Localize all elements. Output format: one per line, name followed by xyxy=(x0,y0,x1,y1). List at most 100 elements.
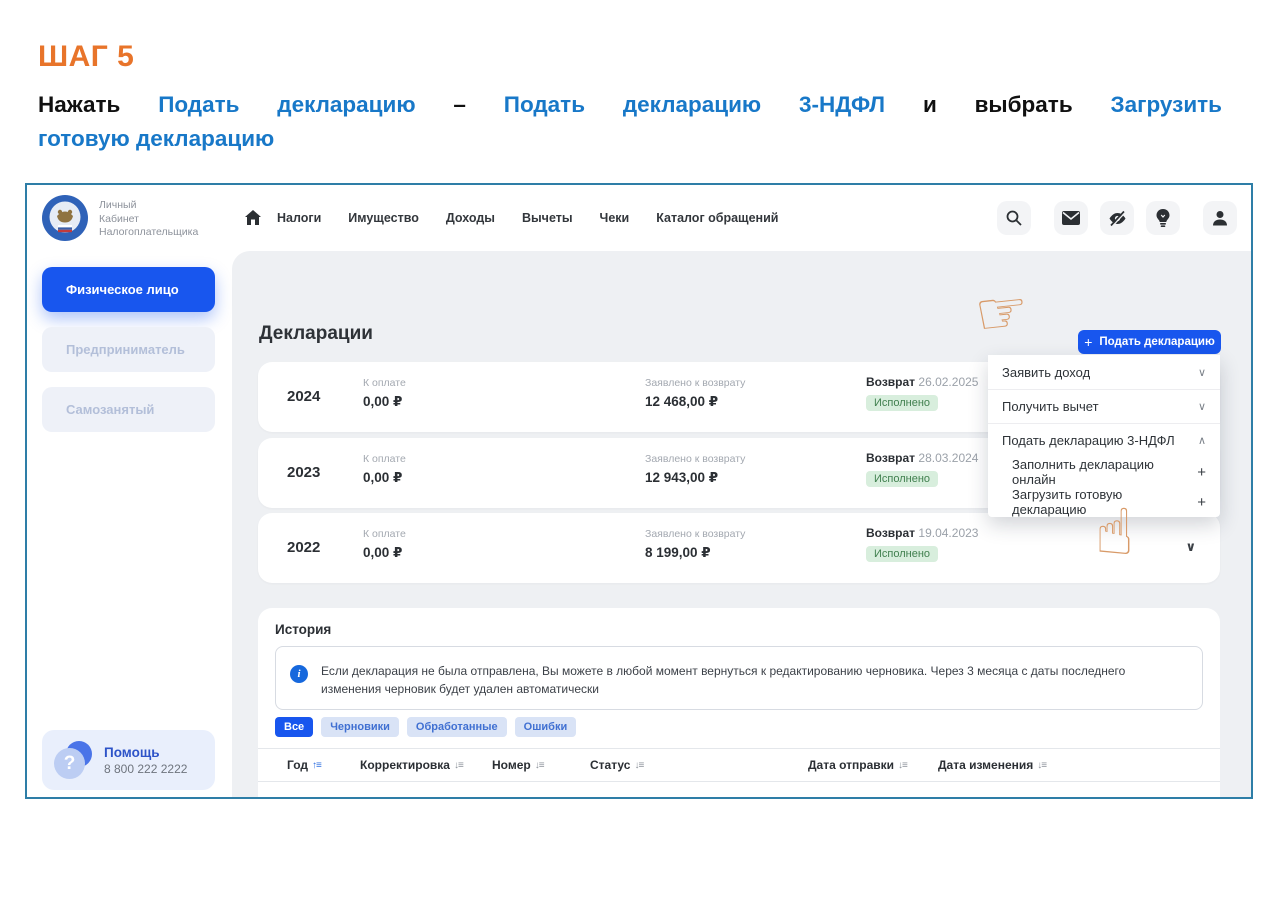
chevron-up-icon: ∧ xyxy=(1198,434,1206,447)
nav-item[interactable]: Налоги xyxy=(277,211,321,225)
submit-declaration-label: Подать декларацию xyxy=(1099,336,1214,348)
tips-button[interactable] xyxy=(1146,201,1180,235)
help-phone: 8 800 222 2222 xyxy=(104,762,187,776)
instruction-segment: готовую декларацию xyxy=(38,126,274,151)
profile-button[interactable] xyxy=(1203,201,1237,235)
declaration-refund: Заявлено к возврату 12 468,00 ₽ xyxy=(645,377,745,410)
history-section: История i Если декларация не была отправ… xyxy=(258,608,1220,799)
refund-value: 12 943,00 ₽ xyxy=(645,470,745,486)
return-date: 19.04.2023 xyxy=(918,526,978,540)
mail-icon xyxy=(1062,211,1080,225)
pay-value: 0,00 ₽ xyxy=(363,470,406,486)
step-title: ШАГ 5 xyxy=(38,40,134,74)
status-badge: Исполнено xyxy=(866,546,938,562)
table-column-header[interactable]: Статус ↓≡ xyxy=(590,758,808,772)
help-title: Помощь xyxy=(104,745,187,760)
submit-declaration-menu: Заявить доход ∨ Получить вычет ∨ Подать … xyxy=(988,355,1220,517)
table-column-header[interactable]: Год ↑≡ xyxy=(287,758,360,772)
chevron-down-icon[interactable]: ∨ xyxy=(1185,539,1196,555)
menu-item[interactable]: Получить вычет ∨ xyxy=(988,389,1220,423)
pay-value: 0,00 ₽ xyxy=(363,545,406,561)
app-title-line: Налогоплательщика xyxy=(99,226,198,240)
sidebar-profile-button[interactable]: Предприниматель xyxy=(42,327,215,372)
history-filters: Все Черновики Обработанные Ошибки xyxy=(275,717,576,737)
declaration-row[interactable]: 2022 К оплате 0,00 ₽ Заявлено к возврату… xyxy=(258,513,1220,583)
pointer-hand-right-icon: ☞ xyxy=(972,280,1032,345)
pointer-hand-up-icon: ☝ xyxy=(1095,501,1134,565)
app-header: Личный Кабинет Налогоплательщика Налоги … xyxy=(27,185,1251,251)
help-card[interactable]: ? Помощь 8 800 222 2222 xyxy=(42,730,215,790)
instruction-segment: Подать декларацию 3-НДФЛ xyxy=(504,92,885,117)
help-text: Помощь 8 800 222 2222 xyxy=(104,745,187,776)
app-title-line: Кабинет xyxy=(99,213,198,227)
return-label: Возврат xyxy=(866,375,915,389)
sort-icon: ↓≡ xyxy=(454,760,463,771)
submit-declaration-button[interactable]: + Подать декларацию xyxy=(1078,330,1221,354)
nav-item[interactable]: Доходы xyxy=(446,211,495,225)
nav-item[interactable]: Каталог обращений xyxy=(656,211,778,225)
hide-interface-button[interactable] xyxy=(1100,201,1134,235)
sidebar-profile-button[interactable]: Самозанятый xyxy=(42,387,215,432)
instruction-line-1: Нажать Подать декларацию – Подать деклар… xyxy=(38,88,1222,122)
table-column-header[interactable]: Дата изменения ↓≡ xyxy=(938,758,1220,772)
filter-chip[interactable]: Черновики xyxy=(321,717,399,737)
filter-chip[interactable]: Ошибки xyxy=(515,717,577,737)
filter-chip[interactable]: Все xyxy=(275,717,313,737)
filter-chip[interactable]: Обработанные xyxy=(407,717,507,737)
menu-item-label: Заявить доход xyxy=(1002,365,1090,380)
return-date: 26.02.2025 xyxy=(918,375,978,389)
menu-item[interactable]: Заявить доход ∨ xyxy=(988,355,1220,389)
instruction-segment: и выбрать xyxy=(923,92,1111,117)
sort-icon: ↓≡ xyxy=(634,760,643,771)
table-column-header[interactable]: Дата отправки ↓≡ xyxy=(808,758,938,772)
table-column-header[interactable]: Корректировка ↓≡ xyxy=(360,758,492,772)
declaration-pay: К оплате 0,00 ₽ xyxy=(363,453,406,486)
history-table-header: Год ↑≡ Корректировка ↓≡ Номер ↓≡ Ст xyxy=(258,748,1220,782)
column-label: Номер xyxy=(492,758,531,772)
declaration-pay: К оплате 0,00 ₽ xyxy=(363,528,406,561)
sidebar-profile-button[interactable]: Физическое лицо xyxy=(42,267,215,312)
declaration-return: Возврат 28.03.2024 Исполнено xyxy=(866,451,978,487)
home-icon[interactable] xyxy=(243,208,263,228)
instruction-segment: Загрузить xyxy=(1111,92,1223,117)
nav-item[interactable]: Чеки xyxy=(600,211,630,225)
return-label: Возврат xyxy=(866,451,915,465)
nav-item[interactable]: Вычеты xyxy=(522,211,573,225)
column-label: Год xyxy=(287,758,308,772)
column-label: Статус xyxy=(590,758,630,772)
header-actions xyxy=(997,201,1237,235)
app-title: Личный Кабинет Налогоплательщика xyxy=(99,199,198,240)
declaration-refund: Заявлено к возврату 8 199,00 ₽ xyxy=(645,528,745,561)
declaration-year: 2023 xyxy=(287,464,320,481)
refund-value: 8 199,00 ₽ xyxy=(645,545,745,561)
draft-notice: i Если декларация не была отправлена, Вы… xyxy=(275,646,1203,710)
menu-item[interactable]: Заполнить декларацию онлайн + xyxy=(988,457,1220,487)
main-nav: Налоги Имущество Доходы Вычеты Чеки Ката… xyxy=(277,185,778,251)
sort-icon: ↓≡ xyxy=(535,760,544,771)
person-icon xyxy=(1212,210,1228,227)
column-label: Дата изменения xyxy=(938,758,1033,772)
declaration-year: 2022 xyxy=(287,539,320,556)
menu-item[interactable]: Подать декларацию 3-НДФЛ ∧ xyxy=(988,423,1220,457)
return-label: Возврат xyxy=(866,526,915,540)
menu-item-label: Получить вычет xyxy=(1002,399,1099,414)
declaration-refund: Заявлено к возврату 12 943,00 ₽ xyxy=(645,453,745,486)
table-column-header[interactable]: Номер ↓≡ xyxy=(492,758,590,772)
nav-item[interactable]: Имущество xyxy=(348,211,419,225)
pay-label: К оплате xyxy=(363,528,406,540)
refund-value: 12 468,00 ₽ xyxy=(645,394,745,410)
instruction-segment: Подать декларацию xyxy=(158,92,415,117)
refund-label: Заявлено к возврату xyxy=(645,528,745,540)
menu-item-label: Подать декларацию 3-НДФЛ xyxy=(1002,433,1175,448)
messages-button[interactable] xyxy=(1054,201,1088,235)
sort-icon: ↑≡ xyxy=(312,760,321,771)
pay-label: К оплате xyxy=(363,377,406,389)
lightbulb-icon xyxy=(1156,209,1170,228)
app-title-line: Личный xyxy=(99,199,198,213)
plus-icon: + xyxy=(1197,464,1206,481)
declaration-return: Возврат 26.02.2025 Исполнено xyxy=(866,375,978,411)
search-button[interactable] xyxy=(997,201,1031,235)
eye-off-icon xyxy=(1108,210,1127,227)
question-icon: ? xyxy=(54,741,92,779)
sort-icon: ↓≡ xyxy=(1037,760,1046,771)
